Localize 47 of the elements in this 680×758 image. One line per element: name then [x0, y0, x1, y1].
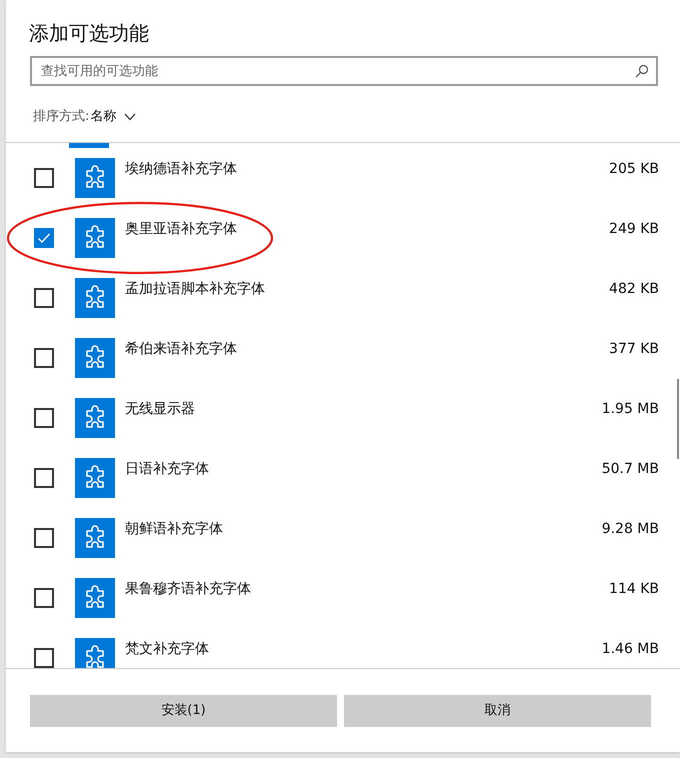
puzzle-icon: [75, 218, 115, 258]
feature-size: 482 KB: [609, 280, 659, 299]
checkbox[interactable]: [34, 468, 54, 488]
feature-size: 9.28 MB: [602, 520, 659, 539]
sort-dropdown[interactable]: 名称: [90, 107, 136, 127]
puzzle-icon: [75, 638, 115, 668]
dialog-title: 添加可选功能: [29, 20, 149, 46]
feature-size: 50.7 MB: [602, 460, 659, 479]
sort-label: 排序方式:: [33, 108, 90, 126]
puzzle-icon: [75, 278, 115, 318]
checkbox[interactable]: [34, 228, 54, 248]
checkbox[interactable]: [34, 528, 54, 548]
checkbox[interactable]: [34, 168, 54, 188]
puzzle-icon: [75, 338, 115, 378]
checkmark-icon: [37, 231, 51, 245]
puzzle-icon: [75, 158, 115, 198]
search-field[interactable]: 查找可用的可选功能: [30, 56, 658, 86]
feature-name: 日语补充字体: [125, 460, 209, 479]
checkbox[interactable]: [34, 588, 54, 608]
cancel-button[interactable]: 取消: [344, 695, 651, 727]
feature-name: 埃纳德语补充字体: [125, 160, 237, 179]
puzzle-icon: [75, 578, 115, 618]
puzzle-icon: [75, 458, 115, 498]
feature-name: 梵文补充字体: [125, 640, 209, 659]
feature-size: 205 KB: [609, 160, 659, 179]
puzzle-icon: [75, 518, 115, 558]
feature-name: 奥里亚语补充字体: [125, 220, 237, 239]
checkbox[interactable]: [34, 348, 54, 368]
feature-name: 孟加拉语脚本补充字体: [125, 280, 265, 299]
checkbox[interactable]: [34, 288, 54, 308]
feature-size: 1.46 MB: [602, 640, 659, 659]
feature-name: 果鲁穆齐语补充字体: [125, 580, 251, 599]
feature-name: 朝鲜语补充字体: [125, 520, 223, 539]
feature-name: 希伯来语补充字体: [125, 340, 237, 359]
checkbox[interactable]: [34, 648, 54, 668]
feature-size: 377 KB: [609, 340, 659, 359]
install-button[interactable]: 安装(1): [30, 695, 337, 727]
chevron-down-icon: [124, 113, 136, 121]
feature-size: 114 KB: [609, 580, 659, 599]
checkbox[interactable]: [34, 408, 54, 428]
feature-name: 无线显示器: [125, 400, 195, 419]
feature-size: 1.95 MB: [602, 400, 659, 419]
scrollbar-thumb[interactable]: [677, 379, 679, 459]
puzzle-icon: [75, 398, 115, 438]
puzzle-tile: [69, 143, 109, 148]
feature-size: 249 KB: [609, 220, 659, 239]
search-icon[interactable]: [635, 64, 649, 78]
